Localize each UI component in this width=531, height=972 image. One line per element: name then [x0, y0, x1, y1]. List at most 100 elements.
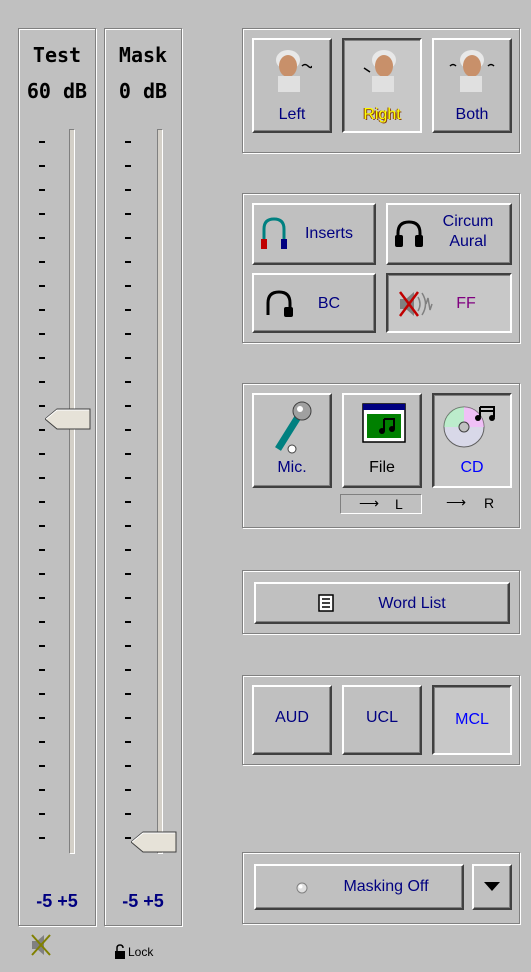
slider-tick — [39, 525, 45, 527]
slider-tick — [125, 789, 131, 791]
chevron-down-icon — [484, 882, 500, 891]
slider-tick — [39, 765, 45, 767]
slider-tick — [125, 405, 131, 407]
file-route-arrow: ⟶ — [359, 495, 380, 511]
ucl-label: UCL — [365, 709, 398, 726]
masking-toggle-button[interactable]: Masking Off — [254, 864, 464, 910]
headphones-icon — [395, 220, 423, 247]
circum-label-line2: Aural — [449, 233, 487, 250]
circum-aural-button[interactable]: Circum Aural — [386, 203, 512, 265]
right-ear-button[interactable]: Right — [342, 38, 422, 133]
cd-disc-icon — [443, 406, 495, 448]
slider-tick — [39, 621, 45, 623]
slider-tick — [39, 477, 45, 479]
slider-tick — [125, 189, 131, 191]
test-slider-panel: Test 60 dB -5 +5 — [18, 28, 96, 926]
slider-tick — [39, 597, 45, 599]
slider-tick — [39, 189, 45, 191]
slider-tick — [39, 453, 45, 455]
face-left-icon — [276, 50, 312, 92]
slider-tick — [39, 813, 45, 815]
speaker-muted-small-icon[interactable] — [30, 932, 54, 958]
mcl-button[interactable]: MCL — [432, 685, 512, 755]
slider-tick — [125, 237, 131, 239]
microphone-icon — [275, 401, 312, 454]
slider-tick — [39, 333, 45, 335]
slider-tick — [39, 789, 45, 791]
word-list-button[interactable]: Word List — [254, 582, 510, 624]
file-route-label: L — [395, 496, 403, 512]
slider-tick — [125, 477, 131, 479]
masking-dropdown-button[interactable] — [472, 864, 512, 910]
ucl-button[interactable]: UCL — [342, 685, 422, 755]
slider-tick — [39, 549, 45, 551]
slider-tick — [39, 357, 45, 359]
cd-label: CD — [460, 459, 484, 476]
aud-button[interactable]: AUD — [252, 685, 332, 755]
slider-tick — [125, 597, 131, 599]
slider-tick — [125, 453, 131, 455]
test-step-buttons[interactable]: -5 +5 — [19, 891, 95, 912]
both-ears-button[interactable]: Both — [432, 38, 512, 133]
slider-tick — [39, 693, 45, 695]
file-label: File — [369, 459, 395, 476]
cd-route-indicator[interactable]: ⟶ R — [432, 494, 514, 514]
slider-tick — [39, 717, 45, 719]
slider-tick — [39, 405, 45, 407]
left-ear-button[interactable]: Left — [252, 38, 332, 133]
masking-status-led-icon — [296, 882, 308, 894]
both-ears-label: Both — [455, 106, 489, 123]
slider-tick — [39, 285, 45, 287]
lock-label[interactable]: Lock — [128, 945, 153, 959]
slider-tick — [125, 261, 131, 263]
slider-tick — [125, 309, 131, 311]
slider-tick — [39, 381, 45, 383]
slider-tick — [125, 333, 131, 335]
slider-tick — [125, 501, 131, 503]
microphone-button[interactable]: Mic. — [252, 393, 332, 488]
test-slider-thumb[interactable] — [45, 408, 91, 430]
right-ear-label: Right — [363, 106, 401, 123]
slider-tick — [39, 237, 45, 239]
slider-tick — [39, 645, 45, 647]
file-route-indicator[interactable]: ⟶ L — [340, 494, 422, 514]
slider-tick — [39, 165, 45, 167]
face-right-icon — [363, 50, 396, 92]
mask-level-readout: 0 dB — [118, 79, 168, 103]
slider-tick — [125, 813, 131, 815]
slider-tick — [125, 693, 131, 695]
slider-tick — [39, 213, 45, 215]
cd-route-arrow: ⟶ — [446, 494, 467, 510]
word-list-label: Word List — [378, 595, 446, 612]
test-slider-track[interactable] — [69, 129, 75, 854]
mask-step-buttons[interactable]: -5 +5 — [105, 891, 181, 912]
slider-tick — [125, 213, 131, 215]
mask-slider-thumb[interactable] — [131, 831, 177, 853]
slider-tick — [125, 573, 131, 575]
slider-tick — [39, 261, 45, 263]
slider-tick — [125, 429, 131, 431]
bone-conduction-button[interactable]: BC — [252, 273, 376, 333]
slider-tick — [39, 309, 45, 311]
slider-tick — [125, 669, 131, 671]
cd-button[interactable]: CD — [432, 393, 512, 488]
lock-icon — [115, 944, 125, 959]
music-file-icon — [362, 403, 406, 443]
inserts-button[interactable]: Inserts — [252, 203, 376, 265]
slider-tick — [125, 549, 131, 551]
file-button[interactable]: File — [342, 393, 422, 488]
slider-tick — [125, 621, 131, 623]
free-field-button[interactable]: FF — [386, 273, 512, 333]
slider-tick — [39, 741, 45, 743]
test-level-readout: 60 dB — [26, 79, 88, 103]
slider-tick — [125, 285, 131, 287]
mic-label: Mic. — [277, 459, 307, 476]
slider-tick — [125, 717, 131, 719]
mask-slider-title: Mask — [118, 43, 168, 67]
slider-tick — [39, 837, 45, 839]
mask-slider-track[interactable] — [157, 129, 163, 854]
bc-label: BC — [317, 295, 341, 312]
test-slider-title: Test — [32, 43, 82, 67]
left-ear-label: Left — [278, 106, 306, 123]
slider-tick — [39, 501, 45, 503]
